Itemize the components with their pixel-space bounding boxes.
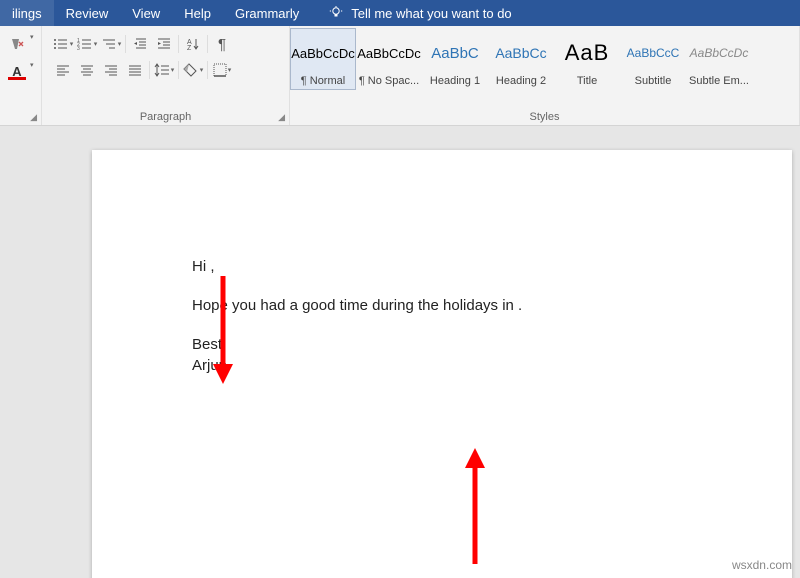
style-label: Heading 1 — [430, 75, 480, 87]
doc-line-greeting[interactable]: Hi , — [192, 256, 692, 277]
styles-group-label: Styles — [290, 109, 799, 125]
doc-line-body[interactable]: Hope you had a good time during the holi… — [192, 295, 692, 316]
numbered-list-icon[interactable]: 123▾ — [75, 33, 99, 55]
align-center-icon[interactable] — [75, 59, 99, 81]
borders-icon[interactable]: ▾ — [210, 59, 234, 81]
style-label: ¶ Normal — [301, 75, 345, 87]
tab-mailings[interactable]: ilings — [0, 0, 54, 26]
paragraph-group: ▾ 123▾ ▾ AZ ¶ ▾ — [42, 26, 290, 125]
decrease-indent-icon[interactable] — [128, 33, 152, 55]
document-page[interactable]: Hi , Hope you had a good time during the… — [92, 150, 792, 578]
style-label: Title — [577, 75, 597, 87]
svg-text:3: 3 — [77, 46, 80, 51]
ribbon: ▾ A ▾ ◢ ▾ 123▾ ▾ — [0, 26, 800, 126]
clear-formatting-icon[interactable] — [7, 33, 27, 55]
font-group-label: ◢ — [0, 109, 41, 125]
tell-me-search[interactable]: Tell me what you want to do — [329, 6, 511, 21]
menubar: ilings Review View Help Grammarly Tell m… — [0, 0, 800, 26]
lightbulb-icon — [329, 6, 343, 20]
style-no-spacing[interactable]: AaBbCcDc ¶ No Spac... — [356, 28, 422, 90]
bullet-list-icon[interactable]: ▾ — [51, 33, 75, 55]
tab-view[interactable]: View — [120, 0, 172, 26]
align-left-icon[interactable] — [51, 59, 75, 81]
dropdown-arrow-icon[interactable]: ▾ — [30, 33, 34, 55]
styles-group: AaBbCcDc ¶ Normal AaBbCcDc ¶ No Spac... … — [290, 26, 800, 125]
style-preview: AaB — [565, 31, 610, 75]
style-normal[interactable]: AaBbCcDc ¶ Normal — [290, 28, 356, 90]
style-label: Subtle Em... — [689, 75, 749, 87]
svg-text:Z: Z — [187, 45, 192, 51]
style-preview: AaBbCcDc — [357, 31, 421, 75]
dialog-launcher-icon[interactable]: ◢ — [278, 112, 285, 123]
tell-me-label: Tell me what you want to do — [351, 6, 511, 21]
style-preview: AaBbCcC — [627, 31, 680, 75]
align-right-icon[interactable] — [99, 59, 123, 81]
sort-icon[interactable]: AZ — [181, 33, 205, 55]
tab-review[interactable]: Review — [54, 0, 121, 26]
doc-line-name[interactable]: Arjun — [192, 355, 692, 376]
style-title[interactable]: AaB Title — [554, 28, 620, 90]
watermark: wsxdn.com — [732, 558, 792, 572]
show-paragraph-marks-icon[interactable]: ¶ — [210, 33, 234, 55]
multilevel-list-icon[interactable]: ▾ — [99, 33, 123, 55]
dialog-launcher-icon[interactable]: ◢ — [30, 112, 37, 123]
style-label: Heading 2 — [496, 75, 546, 87]
align-justify-icon[interactable] — [123, 59, 147, 81]
style-label: Subtitle — [635, 75, 672, 87]
paragraph-group-label: Paragraph◢ — [42, 109, 289, 125]
style-preview: AaBbC — [431, 31, 479, 75]
style-subtitle[interactable]: AaBbCcC Subtitle — [620, 28, 686, 90]
style-label: ¶ No Spac... — [359, 75, 419, 87]
font-group-partial: ▾ A ▾ ◢ — [0, 26, 42, 125]
font-color-button[interactable]: A — [7, 61, 27, 83]
dropdown-arrow-icon[interactable]: ▾ — [30, 61, 34, 83]
styles-gallery[interactable]: AaBbCcDc ¶ Normal AaBbCcDc ¶ No Spac... … — [290, 26, 752, 94]
style-heading-2[interactable]: AaBbCc Heading 2 — [488, 28, 554, 90]
style-preview: AaBbCcDc — [291, 31, 355, 75]
doc-line-signoff[interactable]: Best, — [192, 334, 692, 355]
line-spacing-icon[interactable]: ▾ — [152, 59, 176, 81]
style-preview: AaBbCc — [495, 31, 546, 75]
style-preview: AaBbCcDc — [690, 31, 749, 75]
tab-grammarly[interactable]: Grammarly — [223, 0, 311, 26]
shading-icon[interactable]: ▾ — [181, 59, 205, 81]
increase-indent-icon[interactable] — [152, 33, 176, 55]
tab-help[interactable]: Help — [172, 0, 223, 26]
style-heading-1[interactable]: AaBbC Heading 1 — [422, 28, 488, 90]
style-subtle-emphasis[interactable]: AaBbCcDc Subtle Em... — [686, 28, 752, 90]
document-area: Hi , Hope you had a good time during the… — [0, 126, 800, 578]
